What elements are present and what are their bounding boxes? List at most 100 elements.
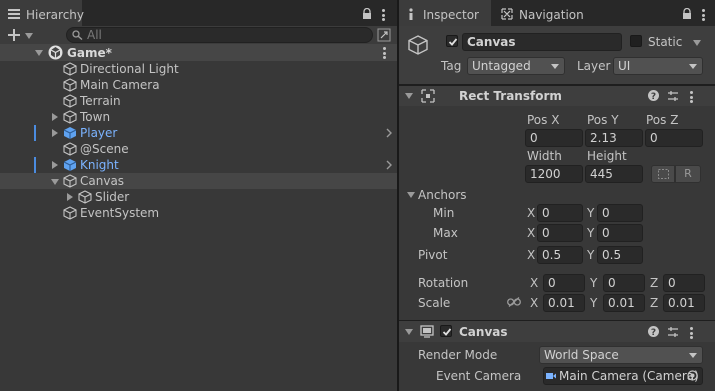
min-y-input[interactable]: 0 <box>597 204 643 222</box>
max-y-value: 0 <box>602 226 610 240</box>
hierarchy-item[interactable]: Terrain <box>0 93 397 109</box>
scale-x-input[interactable]: 0.01 <box>543 294 585 312</box>
tab-hierarchy[interactable]: Hierarchy <box>0 0 84 26</box>
search-filter-icon[interactable] <box>377 28 391 42</box>
rot-y-value: 0 <box>608 276 616 290</box>
scene-row[interactable]: Game* <box>0 44 397 61</box>
height-input[interactable]: 445 <box>585 165 643 183</box>
expand-arrow-icon[interactable] <box>52 161 58 169</box>
height-label: Height <box>587 149 627 163</box>
active-checkbox[interactable] <box>446 35 458 47</box>
static-dropdown-icon[interactable] <box>693 40 701 46</box>
hierarchy-menu-icon[interactable] <box>382 9 385 23</box>
expand-arrow-icon[interactable] <box>67 193 73 201</box>
scale-z-input[interactable]: 0.01 <box>663 294 705 312</box>
max-label: Max <box>433 226 458 240</box>
expand-arrow-icon[interactable] <box>52 129 58 137</box>
anchors-collapse-icon[interactable] <box>407 192 415 198</box>
gameobject-icon <box>63 142 77 156</box>
layer-label: Layer <box>577 59 611 73</box>
collapse-arrow-icon[interactable] <box>51 179 59 185</box>
scene-name: Game* <box>67 46 112 60</box>
gameobject-icon <box>63 110 77 124</box>
pos-z-input[interactable]: 0 <box>645 129 703 147</box>
pos-x-value: 0 <box>530 131 538 145</box>
hierarchy-search-input[interactable]: All <box>66 27 373 43</box>
min-x-axis: X <box>527 206 536 220</box>
lock-icon[interactable] <box>682 8 692 19</box>
tag-dropdown[interactable]: Untagged <box>467 57 565 75</box>
lock-icon[interactable] <box>362 8 372 19</box>
hierarchy-item-label: EventSystem <box>80 206 160 220</box>
min-label: Min <box>433 206 455 220</box>
scene-menu-icon[interactable] <box>383 47 386 61</box>
canvas-enabled-checkbox[interactable] <box>440 325 452 337</box>
max-y-axis: Y <box>587 226 595 240</box>
hierarchy-item[interactable]: EventSystem <box>0 205 397 221</box>
rot-x-value: 0 <box>548 276 556 290</box>
hierarchy-item-label: Slider <box>95 190 130 204</box>
presets-icon[interactable] <box>667 90 679 102</box>
inspector-menu-icon[interactable] <box>702 9 705 23</box>
max-y-input[interactable]: 0 <box>597 224 643 242</box>
rot-x-input[interactable]: 0 <box>543 274 585 292</box>
tag-label: Tag <box>441 59 462 73</box>
scene-expand-icon[interactable] <box>35 50 43 56</box>
event-camera-field[interactable]: Main Camera (Camera) <box>543 367 703 385</box>
layer-dropdown[interactable]: UI <box>613 57 703 75</box>
max-x-input[interactable]: 0 <box>537 224 583 242</box>
scale-y-value: 0.01 <box>608 296 635 310</box>
constrain-proportions-icon[interactable] <box>507 297 521 307</box>
hierarchy-item-selected[interactable]: Canvas <box>0 173 397 189</box>
pivot-x-input[interactable]: 0.5 <box>537 246 583 264</box>
rot-z-input[interactable]: 0 <box>663 274 705 292</box>
canvas-component-header[interactable]: Canvas ? <box>399 320 715 342</box>
component-collapse-icon[interactable] <box>405 329 413 335</box>
component-menu-icon[interactable] <box>690 91 693 105</box>
help-icon[interactable]: ? <box>648 326 659 337</box>
svg-text:?: ? <box>651 92 656 101</box>
hierarchy-item[interactable]: Main Camera <box>0 77 397 93</box>
scale-x-value: 0.01 <box>548 296 575 310</box>
blueprint-mode-button[interactable] <box>651 165 675 183</box>
object-name-value: Canvas <box>467 35 516 49</box>
gameobject-icon <box>408 35 428 55</box>
tab-inspector[interactable]: Inspector <box>399 0 491 26</box>
render-mode-dropdown[interactable]: World Space <box>539 346 703 364</box>
presets-icon[interactable] <box>667 326 679 338</box>
hierarchy-item[interactable]: Directional Light <box>0 61 397 77</box>
chevron-right-icon[interactable] <box>386 160 393 170</box>
tab-navigation[interactable]: Navigation <box>491 0 589 26</box>
rot-y-input[interactable]: 0 <box>603 274 645 292</box>
rect-transform-header[interactable]: Rect Transform ? <box>399 85 715 106</box>
hierarchy-item[interactable]: Town <box>0 109 397 125</box>
pos-x-input[interactable]: 0 <box>525 129 583 147</box>
component-collapse-icon[interactable] <box>405 93 413 99</box>
expand-arrow-icon[interactable] <box>52 113 58 121</box>
min-x-input[interactable]: 0 <box>537 204 583 222</box>
prefab-icon <box>63 127 77 139</box>
max-x-axis: X <box>527 226 536 240</box>
pivot-y-value: 0.5 <box>602 248 622 262</box>
plus-icon[interactable] <box>8 29 20 41</box>
scale-y-input[interactable]: 0.01 <box>603 294 645 312</box>
hierarchy-item[interactable]: @Scene <box>0 141 397 157</box>
pos-y-input[interactable]: 2.13 <box>585 129 643 147</box>
width-input[interactable]: 1200 <box>525 165 583 183</box>
hierarchy-item[interactable]: Slider <box>0 189 397 205</box>
chevron-right-icon[interactable] <box>386 128 393 138</box>
object-name-input[interactable]: Canvas <box>462 33 622 51</box>
hierarchy-item-label: Player <box>80 126 118 140</box>
raw-edit-button[interactable]: R <box>675 165 701 183</box>
static-checkbox[interactable] <box>630 35 642 47</box>
object-picker-icon[interactable] <box>687 370 698 381</box>
help-icon[interactable]: ? <box>648 90 659 101</box>
inspector-tab-label: Inspector <box>423 8 479 22</box>
hierarchy-panel: Hierarchy All Game* Directional Light Ma… <box>0 0 397 391</box>
component-menu-icon[interactable] <box>690 327 693 341</box>
hierarchy-tab-bar: Hierarchy <box>0 0 397 26</box>
create-dropdown-icon[interactable] <box>25 33 33 39</box>
hierarchy-item[interactable]: Player <box>0 125 397 141</box>
pivot-y-input[interactable]: 0.5 <box>597 246 643 264</box>
hierarchy-item[interactable]: Knight <box>0 157 397 173</box>
